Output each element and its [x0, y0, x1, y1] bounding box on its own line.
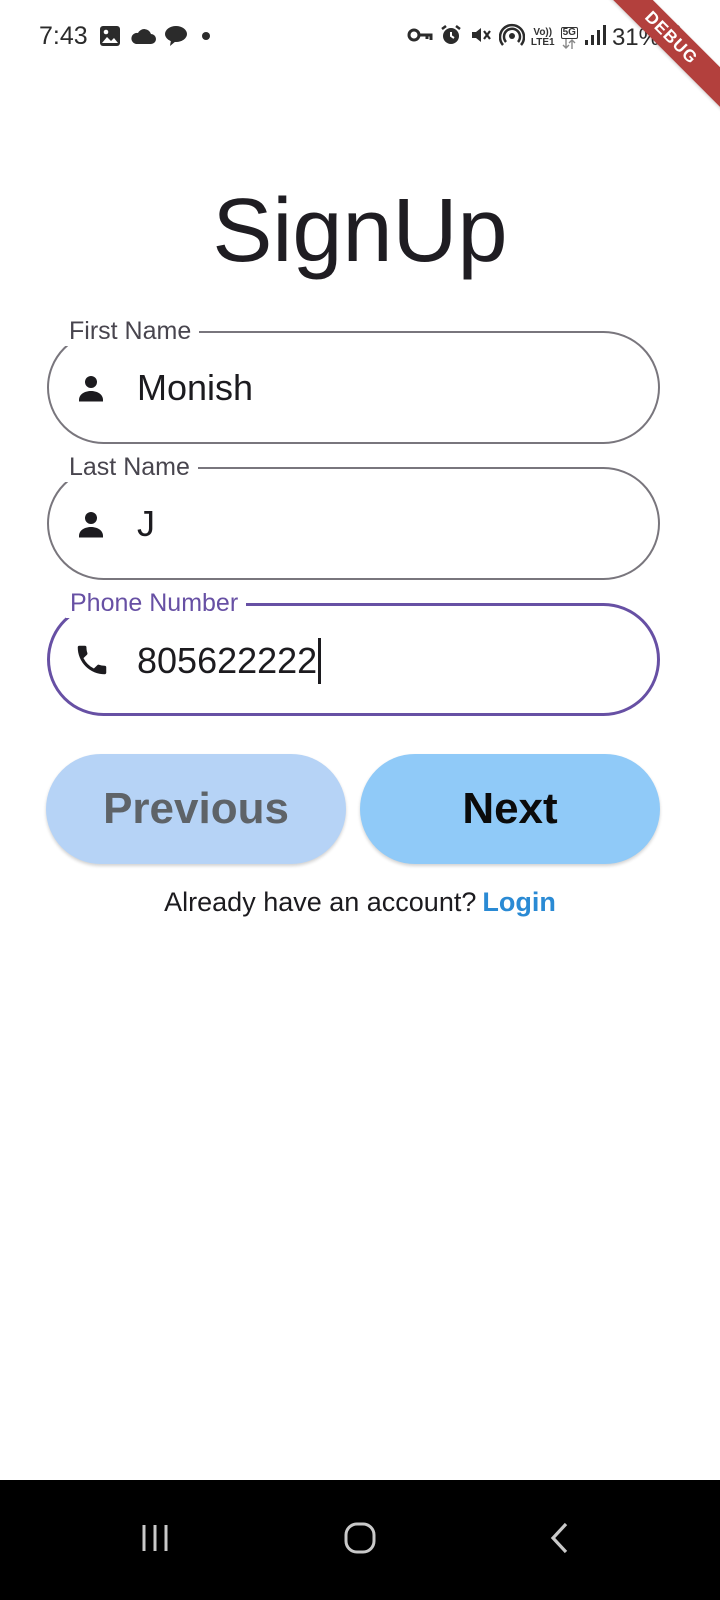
recents-button[interactable] [115, 1502, 195, 1578]
last-name-label: Last Name [65, 452, 198, 482]
phone-icon [73, 641, 109, 677]
phone-number-field[interactable]: Phone Number 805622222 [47, 588, 660, 716]
page-title: SignUp [212, 181, 508, 281]
text-cursor [318, 638, 322, 684]
mute-icon [469, 23, 493, 52]
last-name-input[interactable]: J [137, 503, 155, 545]
gallery-icon [98, 24, 122, 53]
5g-icon: 5G [560, 26, 578, 49]
login-prompt-text: Already have an account? [164, 887, 477, 917]
phone-number-label: Phone Number [66, 588, 247, 618]
status-time: 7:43 [39, 22, 88, 50]
hotspot-icon [498, 22, 526, 53]
dot-icon [196, 26, 216, 51]
signal-icon [584, 24, 606, 51]
phone-number-input[interactable]: 805622222 [137, 638, 322, 684]
first-name-label: First Name [65, 316, 200, 346]
back-button[interactable] [520, 1502, 600, 1578]
status-bar: 7:43 Vo)) LTE1 5G 31% [0, 0, 720, 76]
alarm-icon [439, 23, 463, 52]
next-button[interactable]: Next [360, 754, 660, 864]
status-notification-icons [98, 24, 216, 53]
person-icon [73, 370, 109, 406]
key-icon [407, 25, 433, 50]
phone-number-text: 805622222 [137, 640, 318, 681]
login-prompt: Already have an account? Login [0, 884, 720, 920]
first-name-field[interactable]: First Name Monish [47, 316, 660, 444]
recents-icon [139, 1523, 171, 1558]
last-name-field[interactable]: Last Name J [47, 452, 660, 580]
volte-icon: Vo)) LTE1 [530, 26, 555, 48]
login-link[interactable]: Login [482, 887, 555, 917]
navigation-bar [0, 1480, 720, 1600]
home-icon [343, 1521, 377, 1560]
chat-bubble-icon [164, 25, 188, 52]
person-icon [73, 506, 109, 542]
previous-button[interactable]: Previous [46, 754, 346, 864]
back-icon [548, 1521, 572, 1560]
first-name-input[interactable]: Monish [137, 367, 253, 409]
cloud-icon [130, 26, 156, 51]
home-button[interactable] [320, 1502, 400, 1578]
